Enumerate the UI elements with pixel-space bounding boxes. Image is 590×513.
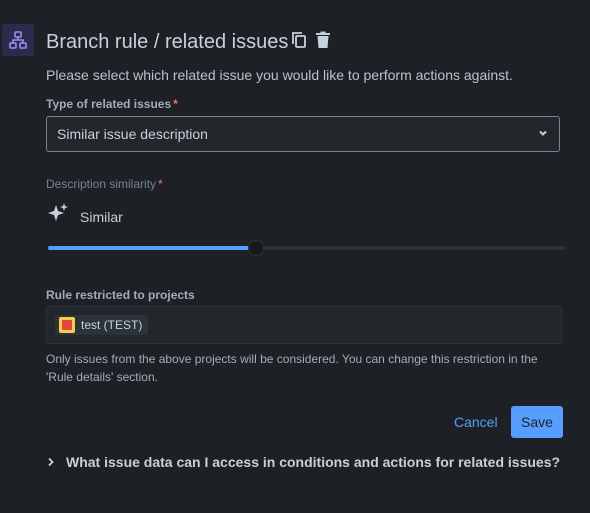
projects-help-text: Only issues from the above projects will… <box>46 352 538 384</box>
project-avatar-icon <box>59 317 75 333</box>
required-mark: * <box>158 177 163 191</box>
related-type-label-text: Type of related issues <box>46 97 172 111</box>
similarity-label: Description similarity * <box>46 177 163 191</box>
slider-thumb[interactable] <box>247 240 264 256</box>
cancel-button[interactable]: Cancel <box>448 407 504 437</box>
title-actions <box>290 30 332 50</box>
save-button[interactable]: Save <box>511 406 563 438</box>
slider-fill <box>48 246 255 250</box>
sparkle-icon <box>46 202 70 226</box>
required-mark: * <box>173 97 178 111</box>
trash-icon[interactable] <box>314 30 332 50</box>
faq-text: What issue data can I access in conditio… <box>66 454 561 470</box>
project-chip-label: test (TEST) <box>81 318 143 332</box>
branch-rule-icon <box>2 24 34 56</box>
chevron-right-icon <box>46 454 56 470</box>
projects-label: Rule restricted to projects <box>46 288 195 302</box>
intro-text: Please select which related issue you wo… <box>46 67 513 83</box>
page-title: Branch rule / related issues <box>46 31 289 53</box>
similarity-label-text: Description similarity <box>46 177 157 191</box>
faq-expander[interactable]: What issue data can I access in conditio… <box>46 454 560 470</box>
chevron-down-icon <box>537 126 549 142</box>
related-type-value: Similar issue description <box>57 126 208 142</box>
project-chip[interactable]: test (TEST) <box>55 315 149 335</box>
related-type-label: Type of related issues * <box>46 97 178 111</box>
projects-field[interactable]: test (TEST) <box>46 306 562 344</box>
related-type-select[interactable]: Similar issue description <box>46 116 560 152</box>
similarity-slider[interactable] <box>48 240 565 256</box>
similarity-value: Similar <box>80 209 123 225</box>
copy-icon[interactable] <box>290 30 308 50</box>
